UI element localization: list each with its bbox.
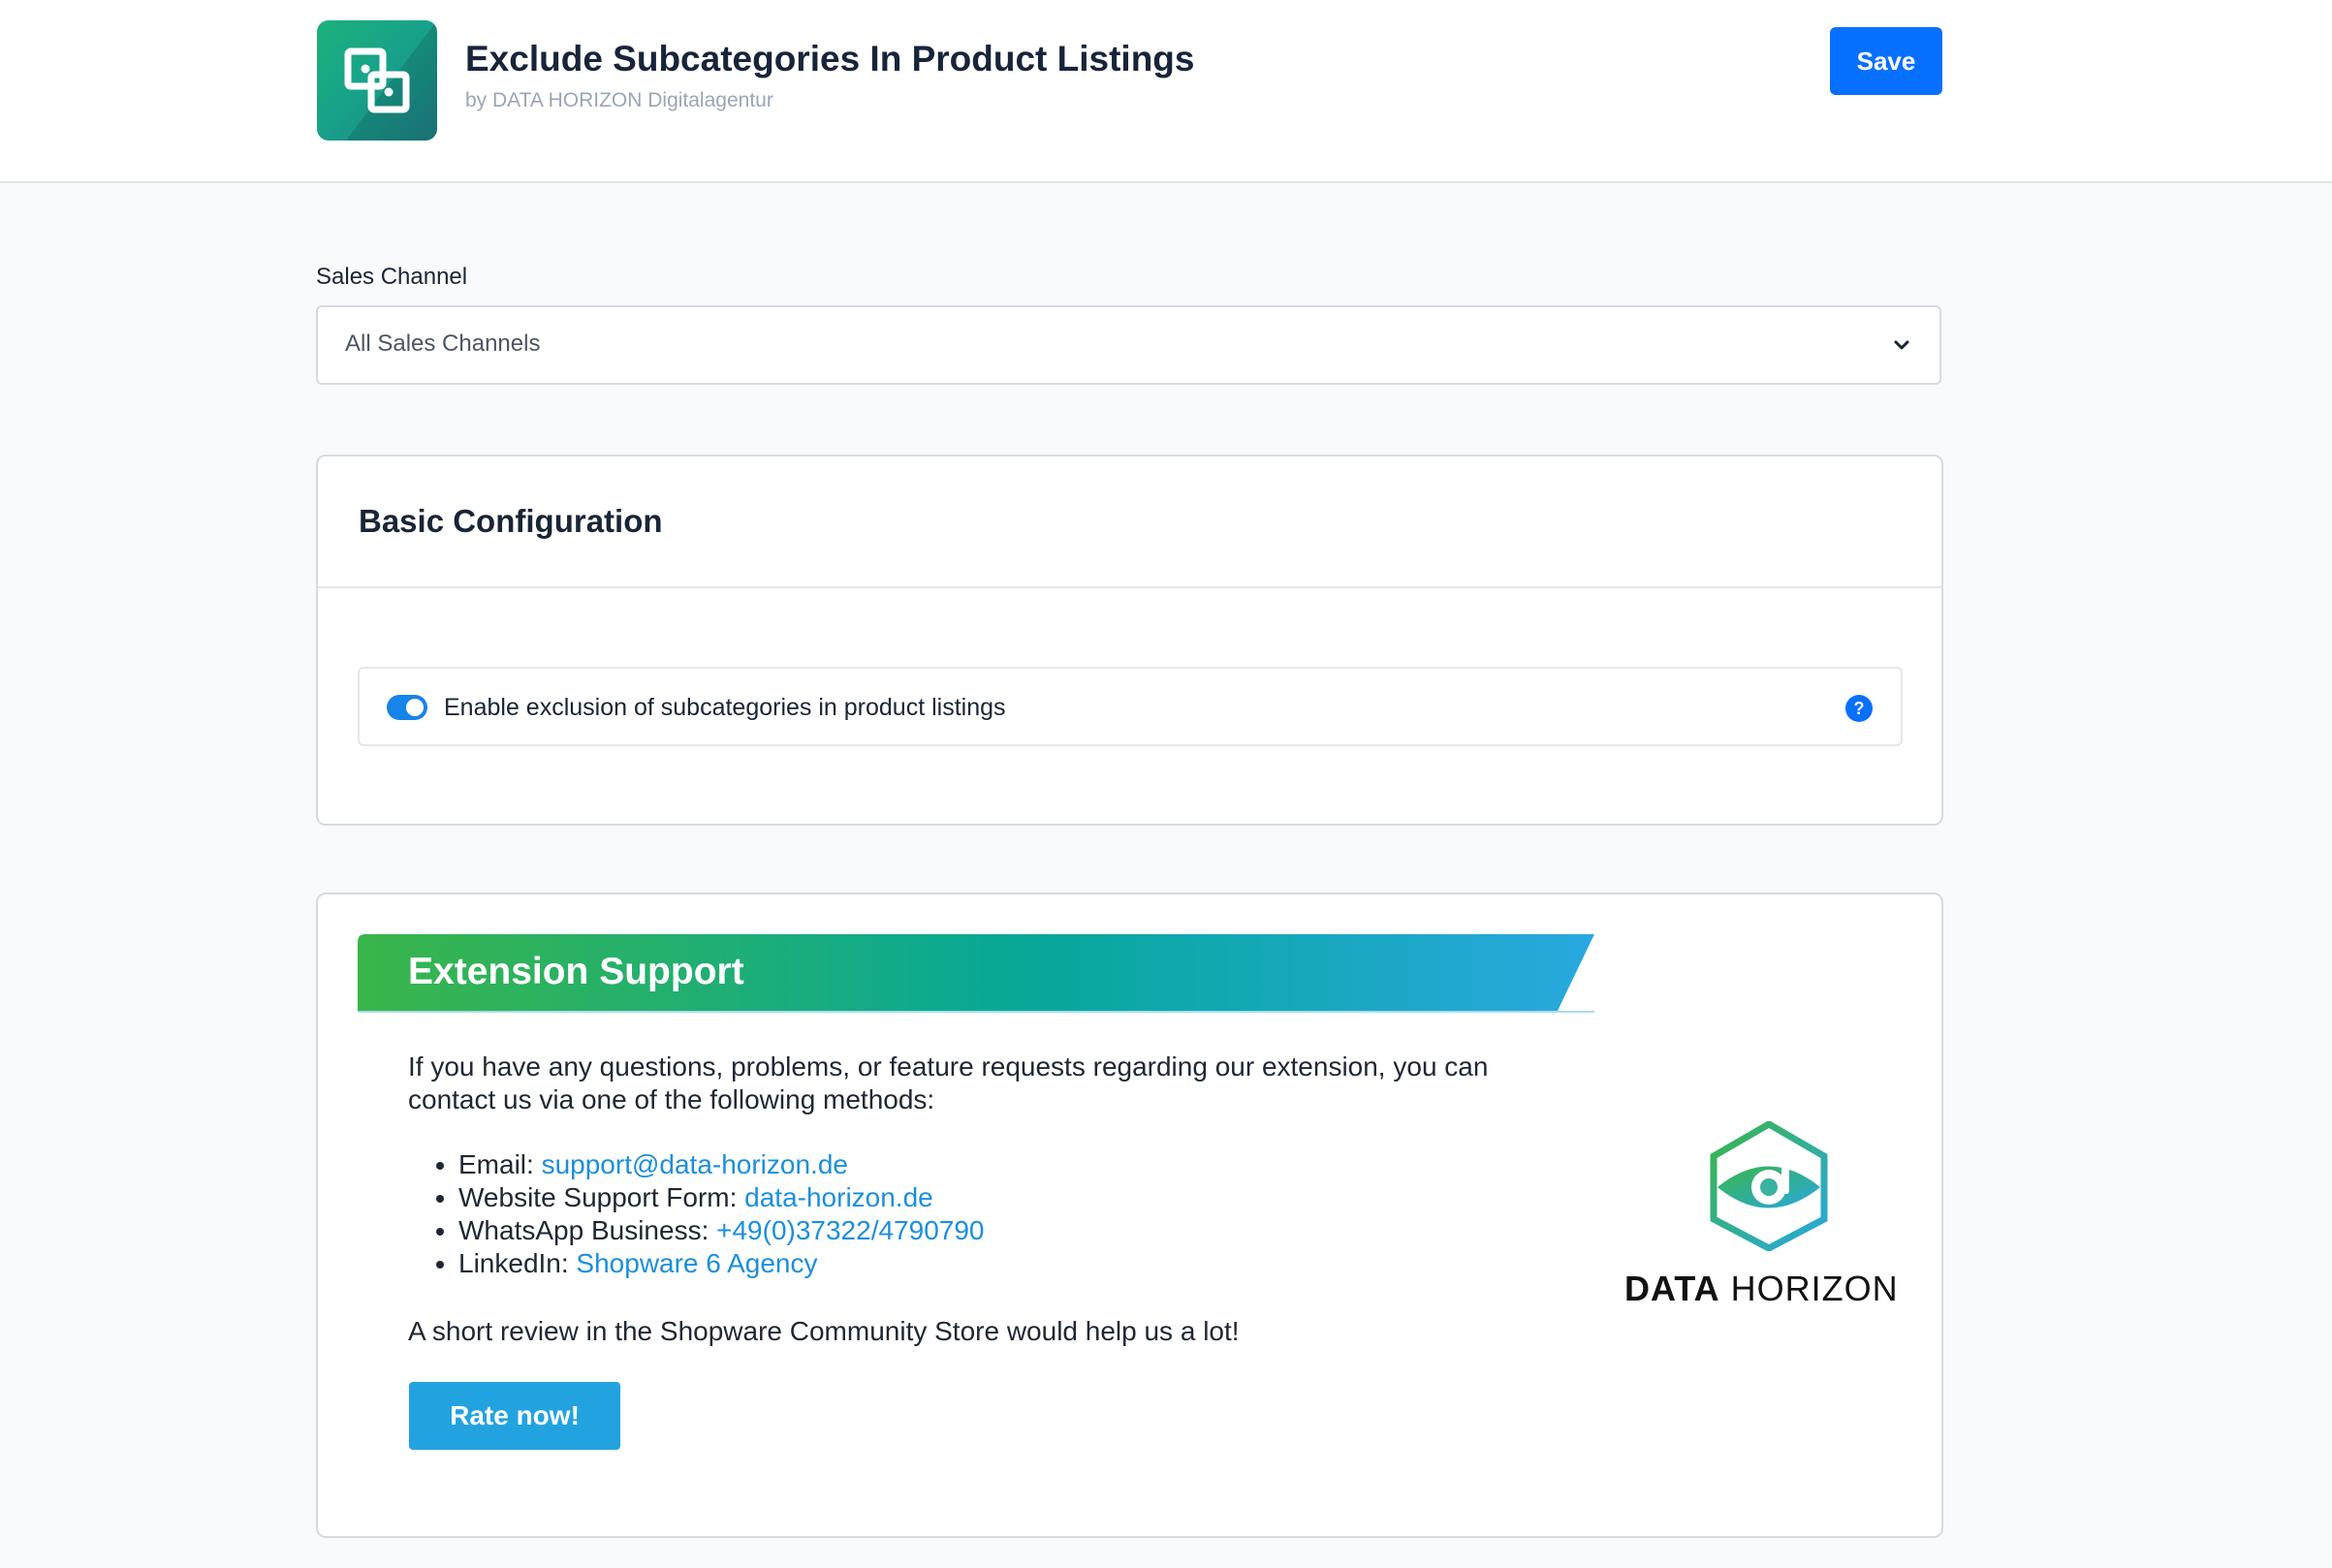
extension-support-card: Extension Support If you have any questi…	[316, 893, 1943, 1538]
support-form-label: Website Support Form:	[458, 1182, 738, 1212]
basic-configuration-card: Basic Configuration Enable exclusion of …	[316, 455, 1943, 826]
rate-now-button[interactable]: Rate now!	[409, 1382, 620, 1450]
toggle-knob	[406, 699, 424, 716]
list-item: Website Support Form: data-horizon.de	[458, 1181, 985, 1214]
email-link[interactable]: support@data-horizon.de	[542, 1149, 848, 1179]
email-label: Email:	[458, 1149, 534, 1179]
app-icon	[317, 20, 437, 141]
app-title: Exclude Subcategories In Product Listing…	[465, 39, 1195, 78]
app-author: by DATA HORIZON Digitalagentur	[465, 89, 773, 111]
support-banner: Extension Support	[358, 934, 1594, 1014]
exclusion-toggle-label[interactable]: Enable exclusion of subcategories in pro…	[444, 694, 1006, 722]
whatsapp-link[interactable]: +49(0)37322/4790790	[716, 1215, 984, 1245]
support-intro: If you have any questions, problems, or …	[408, 1051, 1489, 1114]
exclusion-toggle[interactable]	[387, 695, 427, 720]
linkedin-label: LinkedIn:	[458, 1248, 569, 1278]
chevron-down-icon	[1891, 334, 1912, 361]
sales-channel-label: Sales Channel	[316, 264, 468, 290]
data-horizon-logo-icon	[1688, 1119, 1849, 1252]
sales-channel-value: All Sales Channels	[345, 330, 541, 357]
linkedin-link[interactable]: Shopware 6 Agency	[576, 1248, 817, 1278]
support-form-link[interactable]: data-horizon.de	[744, 1182, 933, 1212]
list-item: WhatsApp Business: +49(0)37322/4790790	[458, 1214, 985, 1247]
list-item: LinkedIn: Shopware 6 Agency	[458, 1247, 985, 1280]
contact-list: Email: support@data-horizon.de Website S…	[408, 1148, 985, 1280]
whatsapp-label: WhatsApp Business:	[458, 1215, 709, 1245]
data-horizon-wordmark: DATA HORIZON	[1624, 1269, 1899, 1308]
list-item: Email: support@data-horizon.de	[458, 1148, 985, 1181]
card-title: Basic Configuration	[359, 503, 663, 539]
exclusion-setting-row: Enable exclusion of subcategories in pro…	[358, 667, 1903, 746]
card-header: Basic Configuration	[318, 456, 1941, 588]
review-text: A short review in the Shopware Community…	[408, 1316, 1240, 1346]
support-title: Extension Support	[408, 951, 744, 992]
save-button[interactable]: Save	[1830, 27, 1942, 95]
top-bar: Exclude Subcategories In Product Listing…	[0, 0, 2332, 183]
sales-channel-select[interactable]: All Sales Channels	[316, 305, 1941, 385]
help-icon[interactable]: ?	[1845, 695, 1873, 722]
